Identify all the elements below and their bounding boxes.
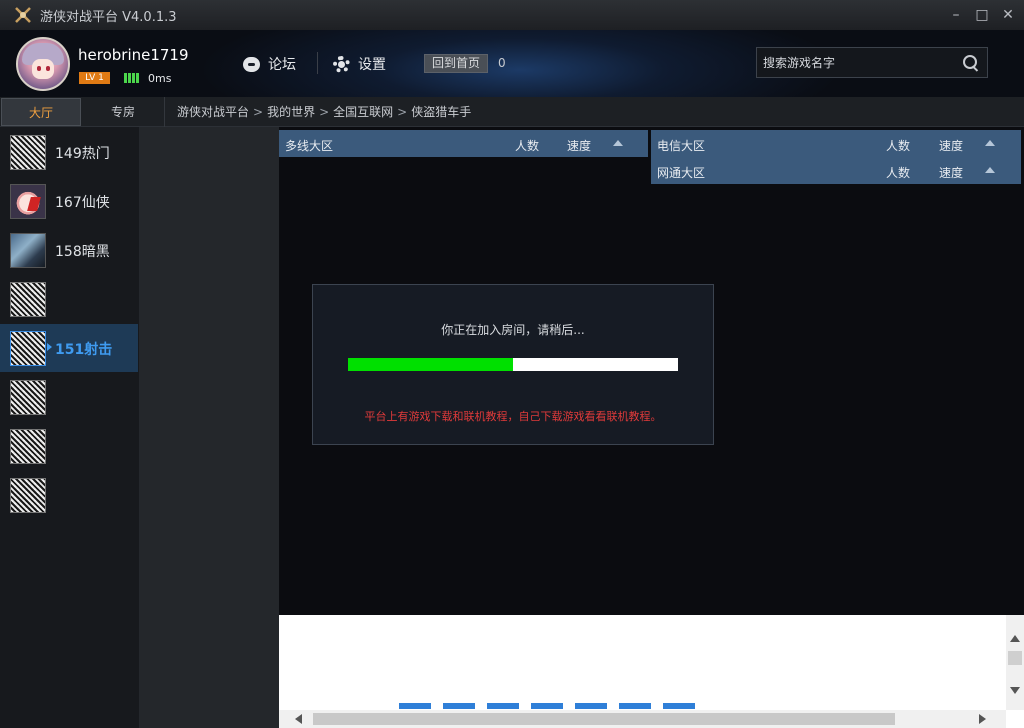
title-bar: 游侠对战平台 V4.0.1.3 – □ ✕ (0, 0, 1024, 30)
scroll-left-icon[interactable] (295, 714, 302, 724)
scroll-thumb[interactable] (313, 713, 895, 725)
zone-header-netcom[interactable]: 网通大区 人数 速度 (651, 157, 1021, 184)
pattern-icon (10, 380, 46, 415)
forum-link[interactable]: 论坛 (243, 54, 296, 74)
forum-label: 论坛 (268, 57, 296, 73)
joining-room-dialog: 你正在加入房间，请稍后... 平台上有游戏下载和联机教程，自己下载游戏看看联机教… (312, 284, 714, 445)
sidebar-item-label: 151射击 (55, 342, 113, 358)
category-sidebar: 149热门 167仙侠 158暗黑 151射击 (0, 127, 140, 728)
sidebar-item-shooter[interactable]: 151射击 (0, 324, 138, 372)
sidebar-item[interactable] (0, 275, 138, 323)
home-button[interactable]: 回到首页 (424, 54, 488, 73)
breadcrumb-item[interactable]: 我的世界 (267, 97, 315, 127)
dialog-tip: 平台上有游戏下载和联机教程，自己下载游戏看看联机教程。 (364, 410, 662, 423)
close-button[interactable]: ✕ (998, 6, 1018, 24)
room-list-area: 多线大区 人数 速度 电信大区 人数 速度 网通大区 人数 速度 你正在加入房间… (279, 127, 1024, 615)
level-badge: LV 1 (79, 72, 110, 84)
warrior-avatar-icon (10, 233, 46, 268)
pattern-icon (10, 331, 46, 366)
app-logo-icon (14, 6, 32, 24)
pattern-icon (10, 429, 46, 464)
username: herobrine1719 (78, 46, 189, 64)
horizontal-scrollbar[interactable] (279, 710, 1006, 728)
home-count: 0 (498, 56, 506, 70)
girl-avatar-icon (10, 184, 46, 219)
zone-name: 多线大区 (285, 139, 334, 153)
pattern-icon (10, 135, 46, 170)
header: herobrine1719 LV 1 0ms 论坛 设置 回到首页 0 (0, 30, 1024, 97)
collapse-arrow-icon[interactable] (985, 167, 995, 173)
settings-link[interactable]: 设置 (333, 54, 386, 74)
breadcrumb-separator: > (397, 105, 408, 119)
zone-speed-column[interactable]: 速度 (939, 137, 963, 154)
breadcrumb-separator: > (253, 105, 264, 119)
zone-header-multiline[interactable]: 多线大区 人数 速度 (279, 130, 648, 157)
breadcrumb-item[interactable]: 游侠对战平台 (177, 97, 249, 127)
sidebar-item-xianxia[interactable]: 167仙侠 (0, 177, 138, 225)
zone-speed-column[interactable]: 速度 (939, 164, 963, 181)
progress-bar (348, 358, 678, 371)
gear-icon (333, 55, 350, 73)
breadcrumb-item[interactable]: 全国互联网 (333, 97, 393, 127)
maximize-button[interactable]: □ (972, 6, 992, 24)
scroll-down-icon[interactable] (1010, 687, 1020, 694)
collapse-arrow-icon[interactable] (985, 140, 995, 146)
ping-value: 0ms (148, 72, 172, 85)
zone-count-column[interactable]: 人数 (886, 164, 910, 181)
zone-count-column[interactable]: 人数 (515, 137, 539, 154)
dialog-message: 你正在加入房间，请稍后... (441, 323, 585, 337)
pattern-icon (10, 478, 46, 513)
sidebar-item-dark[interactable]: 158暗黑 (0, 226, 138, 274)
web-content-banner (399, 703, 699, 709)
user-avatar[interactable] (16, 37, 70, 91)
breadcrumb-item[interactable]: 侠盗猎车手 (411, 97, 471, 127)
breadcrumb: 游侠对战平台 > 我的世界 > 全国互联网 > 侠盗猎车手 (164, 97, 471, 127)
window-title: 游侠对战平台 V4.0.1.3 (40, 9, 177, 25)
chat-bubble-icon (243, 56, 260, 72)
search-box (756, 47, 988, 78)
zone-name: 电信大区 (657, 139, 706, 153)
sidebar-item[interactable] (0, 422, 138, 470)
sidebar-item-hot[interactable]: 149热门 (0, 128, 138, 176)
vertical-scrollbar[interactable] (1006, 615, 1024, 710)
selected-arrow-icon (47, 343, 52, 351)
sidebar-item[interactable] (0, 373, 138, 421)
zone-header-telecom[interactable]: 电信大区 人数 速度 (651, 130, 1021, 157)
sidebar-item-label: 158暗黑 (55, 244, 110, 260)
sidebar-item-label: 149热门 (55, 146, 110, 162)
zone-speed-column[interactable]: 速度 (567, 137, 591, 154)
scroll-right-icon[interactable] (979, 714, 986, 724)
minimize-button[interactable]: – (946, 6, 966, 24)
zone-name: 网通大区 (657, 166, 706, 180)
sub-category-column (140, 127, 279, 728)
progress-fill (348, 358, 513, 371)
breadcrumb-separator: > (319, 105, 330, 119)
embedded-web-panel (279, 615, 1024, 728)
tabs-bar: 大厅 专房 游侠对战平台 > 我的世界 > 全国互联网 > 侠盗猎车手 (0, 97, 1024, 127)
collapse-arrow-icon[interactable] (613, 140, 623, 146)
sidebar-item[interactable] (0, 471, 138, 519)
settings-label: 设置 (358, 57, 386, 73)
scroll-thumb[interactable] (1008, 651, 1022, 665)
signal-icon (124, 73, 141, 83)
scroll-up-icon[interactable] (1010, 635, 1020, 642)
zone-count-column[interactable]: 人数 (886, 137, 910, 154)
search-icon[interactable] (963, 55, 979, 71)
search-input[interactable] (757, 48, 957, 77)
header-divider (317, 52, 318, 74)
sidebar-item-label: 167仙侠 (55, 195, 110, 211)
pattern-icon (10, 282, 46, 317)
tab-hall[interactable]: 大厅 (1, 98, 81, 126)
tab-zone[interactable]: 专房 (83, 98, 163, 126)
